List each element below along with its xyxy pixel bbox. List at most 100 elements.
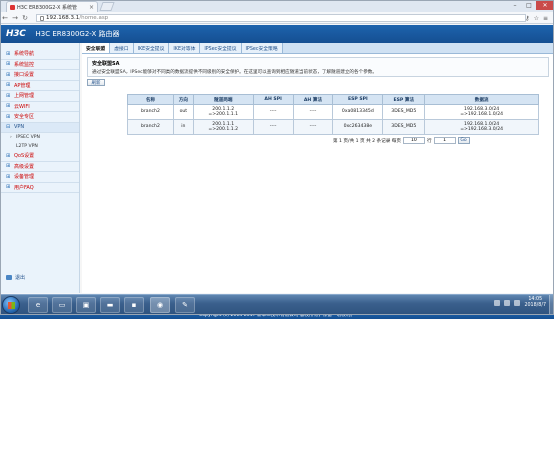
sa-table: 名称 方向 隧道两端 AH SPI AH 算法 ESP SPI ESP 算法 数…	[127, 94, 539, 135]
window-close-button[interactable]: ✕	[536, 0, 554, 10]
h3c-logo: H3C	[6, 29, 26, 39]
sidebar-item-faq[interactable]: ⊞ 用户FAQ	[0, 183, 79, 193]
plus-icon: ⊞	[6, 92, 11, 99]
cell-direction: out	[172, 104, 194, 120]
main-content: 安全联盟 虚接口 IKE安全提议 IKE对等体 IPSec安全提议 IPSec安…	[82, 43, 554, 293]
flag-icon[interactable]	[494, 300, 501, 306]
cell-esp-spi: 0xc263438e	[332, 119, 384, 135]
column-header: 隧道两端	[192, 94, 254, 105]
star-icon[interactable]: ☆	[534, 15, 539, 22]
browser-tab[interactable]: H3C ER8300G2-X 系统管 ×	[6, 1, 98, 12]
sidebar-item-qos[interactable]: ⊞ QoS设置	[0, 151, 79, 162]
terminal-icon[interactable]: ▬	[100, 297, 120, 313]
sidebar-item-ap[interactable]: ⊞ AP管理	[0, 81, 79, 91]
system-tray: 14:05 2018/8/7	[494, 297, 546, 309]
per-page-input[interactable]	[402, 137, 425, 144]
cell-data-flow: 192.168.3.0/24 =>192.168.1.0/24	[424, 104, 539, 120]
tab-ike-peer[interactable]: IKE对等体	[169, 43, 201, 53]
forward-icon[interactable]: →	[10, 14, 20, 22]
sidebar-item-interface[interactable]: ⊞ 接口设置	[0, 70, 79, 81]
key-icon[interactable]: ⚷	[525, 15, 529, 22]
plus-icon: ⊞	[6, 103, 11, 110]
sidebar-item-advanced[interactable]: ⊞ 高级设置	[0, 162, 79, 172]
column-header: ESP 算法	[382, 94, 426, 105]
plus-icon: ⊞	[6, 184, 11, 191]
sidebar-item-security[interactable]: ⊞ 安全专区	[0, 112, 79, 123]
column-header: 名称	[127, 94, 174, 105]
go-button[interactable]: Go	[457, 137, 470, 144]
minus-icon: ⊟	[6, 124, 11, 131]
network-icon[interactable]: ▣	[76, 297, 96, 313]
url-input[interactable]: 192.168.3.1 /home.asp	[36, 14, 526, 22]
plus-icon: ⊞	[6, 82, 11, 89]
sidebar-item-monitor[interactable]: ⊞ 系统监控	[0, 60, 79, 70]
new-tab-button[interactable]	[99, 2, 115, 11]
sidebar: ⊞ 系统导航 ⊞ 系统监控 ⊞ 接口设置 ⊞ AP管理 ⊞ 上网管理 ⊞ 云WIFI ⊞ 安全…	[0, 43, 80, 293]
logout-button[interactable]: 退出	[6, 274, 25, 281]
logout-icon	[6, 275, 12, 280]
start-button[interactable]	[2, 296, 20, 314]
menu-icon[interactable]: ≡	[543, 15, 548, 22]
cell-ah-alg: ----	[292, 104, 334, 120]
plus-icon: ⊞	[6, 113, 11, 120]
sidebar-item-nav[interactable]: ⊞ 系统导航	[0, 49, 79, 60]
column-header: AH 算法	[292, 94, 334, 105]
page-header: H3C H3C ER8300G2-X 路由器	[0, 25, 554, 43]
panel-title: 安全联盟SA	[92, 61, 120, 67]
clock[interactable]: 14:05 2018/8/7	[524, 297, 546, 309]
tab-ipsec-policy[interactable]: IPSec安全策略	[241, 43, 283, 53]
tab-virtual-interface[interactable]: 虚接口	[110, 43, 134, 53]
cell-ah-alg: ----	[292, 119, 334, 135]
back-icon[interactable]: ←	[0, 14, 10, 22]
plus-icon: ⊞	[6, 152, 11, 159]
table-header-row: 名称 方向 隧道两端 AH SPI AH 算法 ESP SPI ESP 算法 数…	[127, 94, 539, 105]
favicon-icon	[10, 4, 15, 10]
tab-ike-proposal[interactable]: IKE安全提议	[133, 43, 170, 53]
volume-icon[interactable]	[514, 300, 521, 306]
close-icon[interactable]: ×	[89, 4, 94, 11]
sidebar-item-vpn[interactable]: ⊟ VPN	[0, 122, 79, 133]
plus-icon: ⊞	[6, 71, 11, 78]
table-row: branch2 in 200.1.1.1 =>200.1.1.2 ---- ---…	[127, 119, 539, 135]
show-desktop-button[interactable]	[549, 295, 554, 315]
cell-ah-spi: ----	[252, 104, 294, 120]
sidebar-item-device[interactable]: ⊞ 设备管理	[0, 172, 79, 183]
panel-description: 通过安全联盟SA，IPSec能够对不同类的数据流提供不同级别的安全保护。在这里可…	[92, 70, 377, 75]
tab-ipsec-proposal[interactable]: IPSec安全提议	[200, 43, 242, 53]
cmd-icon[interactable]: ▪	[124, 297, 144, 313]
sidebar-item-internet[interactable]: ⊞ 上网管理	[0, 91, 79, 102]
tab-sa[interactable]: 安全联盟	[82, 43, 111, 53]
maximize-button[interactable]: □	[522, 0, 536, 10]
router-page: H3C H3C ER8300G2-X 路由器 ⊞ 系统导航 ⊞ 系统监控 ⊞ 接口设置…	[0, 25, 554, 319]
folder-icon[interactable]: ▭	[52, 297, 72, 313]
cell-esp-alg: 3DES_MD5	[382, 119, 426, 135]
plus-icon: ⊞	[6, 163, 11, 170]
page-number-input[interactable]	[433, 137, 456, 144]
chrome-icon[interactable]: ◉	[150, 297, 170, 313]
subtabs: 安全联盟 虚接口 IKE安全提议 IKE对等体 IPSec安全提议 IPSec安…	[82, 43, 554, 54]
sidebar-item-cloud-wifi[interactable]: ⊞ 云WIFI	[0, 102, 79, 112]
refresh-button[interactable]: 刷新	[87, 79, 105, 86]
ie-icon[interactable]: e	[28, 297, 48, 313]
column-header: AH SPI	[252, 94, 294, 105]
cell-direction: in	[172, 119, 194, 135]
minimize-button[interactable]: –	[508, 0, 522, 10]
tools-icon[interactable]: ✎	[175, 297, 195, 313]
column-header: ESP SPI	[332, 94, 384, 105]
taskbar: e ▭ ▣ ▬ ▪ ◉ ✎ 14:05 2018/8/7	[0, 294, 554, 315]
sidebar-subitem-ipsec[interactable]: › IPSEC VPN	[0, 133, 79, 142]
reload-icon[interactable]: ↻	[20, 14, 30, 22]
cell-esp-spi: 0xa0813345d	[332, 104, 384, 120]
info-panel: 安全联盟SA 通过安全联盟SA，IPSec能够对不同类的数据流提供不同级别的安全…	[87, 57, 549, 77]
url-path: /home.asp	[79, 15, 109, 21]
cell-tunnel-ends: 200.1.1.2 =>200.1.1.1	[192, 104, 254, 120]
screenshot-area: H3C ER8300G2-X 系统管 × – □ ✕ ← → ↻ 192.168…	[0, 0, 554, 319]
sidebar-subitem-l2tp[interactable]: L2TP VPN	[0, 142, 79, 151]
network-tray-icon[interactable]	[504, 300, 511, 306]
cell-name: branch2	[127, 119, 174, 135]
browser-tab-title: H3C ER8300G2-X 系统管	[17, 4, 78, 11]
browser-tabstrip: H3C ER8300G2-X 系统管 × – □ ✕	[0, 0, 554, 12]
cell-esp-alg: 3DES_MD5	[382, 104, 426, 120]
column-header: 方向	[172, 94, 194, 105]
table-row: branch2 out 200.1.1.2 =>200.1.1.1 ---- --…	[127, 104, 539, 120]
